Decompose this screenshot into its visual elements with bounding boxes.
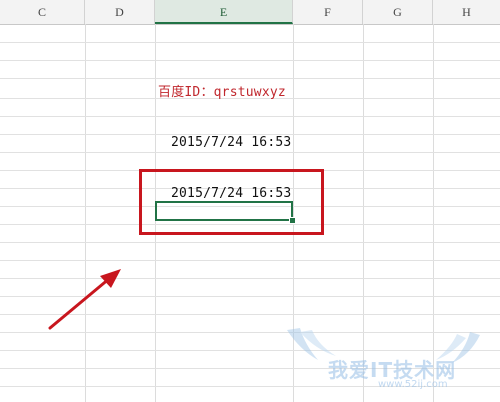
spreadsheet: C D E F G H 百度ID：qrstuwxyz 2015/7/24 16:… [0,0,500,402]
watermark-url: www.52ij.com [378,379,448,390]
overlay-graphics [48,269,480,363]
arrow-icon [48,269,121,330]
